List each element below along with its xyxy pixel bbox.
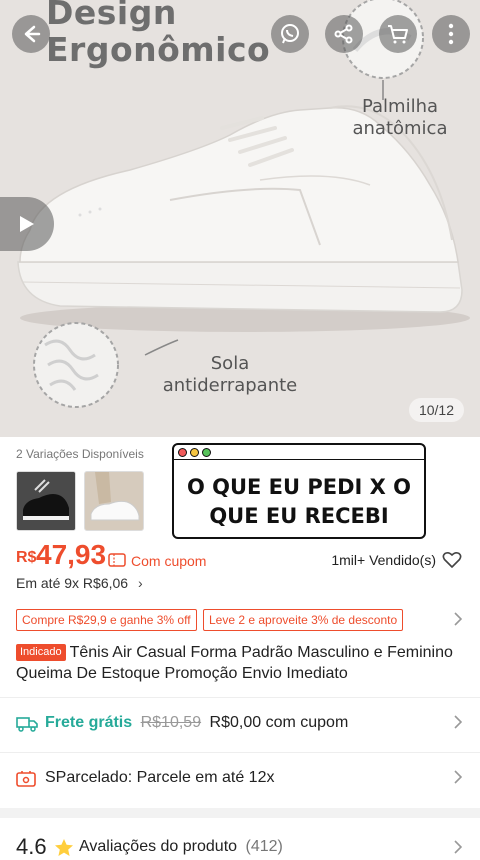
price-currency: R$: [16, 549, 37, 566]
shipping-old-price: R$10,59: [140, 714, 202, 731]
image-counter: 10/12: [408, 398, 464, 422]
insole-note-line2: anatômica: [352, 118, 448, 139]
promo-tags-row[interactable]: Compre R$29,9 e ganhe 3% off Leve 2 e ap…: [16, 609, 466, 631]
coupon-label: Com cupom: [131, 553, 207, 569]
favorite-heart-icon[interactable]: [442, 551, 462, 569]
promo-tag-2[interactable]: Leve 2 e aproveite 3% de desconto: [203, 609, 404, 631]
cart-icon: [388, 25, 408, 44]
sole-note: Sola antiderrapante: [155, 353, 305, 397]
play-icon: [20, 216, 34, 232]
chevron-right-icon: ›: [137, 575, 143, 591]
product-title: Tênis Air Casual Forma Padrão Masculino …: [16, 644, 453, 682]
chevron-right-icon: [454, 612, 462, 626]
shipping-new-price: R$0,00 com cupom: [209, 714, 349, 731]
variant-thumb-white[interactable]: [84, 471, 144, 531]
cart-button[interactable]: [379, 15, 417, 53]
insole-note: Palmilha anatômica: [345, 96, 455, 140]
reviews-label: Avaliações do produto (412): [79, 838, 283, 856]
parcel-icon: [16, 771, 36, 787]
popup-text-line2: QUE EU RECEBI: [209, 504, 389, 528]
minimize-dot-icon: [190, 447, 199, 457]
whatsapp-icon: [281, 24, 299, 44]
product-title-block: Indicado Tênis Air Casual Forma Padrão Ma…: [16, 642, 456, 684]
shipping-text: Frete grátis R$10,59 R$0,00 com cupom: [45, 714, 348, 732]
price-row: R$ 47,93 Com cupom 1mil+ Vendido(s): [16, 539, 466, 573]
chevron-right-icon: [454, 715, 462, 729]
chevron-right-icon: [454, 840, 462, 854]
back-button[interactable]: [12, 15, 50, 53]
chevron-right-icon: [454, 770, 462, 784]
section-gap: [0, 808, 480, 818]
share-icon: [334, 24, 353, 44]
rating-value: 4.6: [16, 834, 47, 859]
close-dot-icon: [178, 447, 187, 457]
product-image-carousel[interactable]: Design Ergonômico Palmilha anatômica Sol…: [0, 0, 480, 437]
popup-text: O QUE EU PEDI X O QUE EU RECEBI: [174, 460, 424, 531]
parcelado-text: SParcelado: Parcele em até 12x: [45, 769, 275, 786]
share-button[interactable]: [325, 15, 363, 53]
reviews-row[interactable]: 4.6 Avaliações do produto (412): [16, 832, 466, 859]
sold-count: 1mil+ Vendido(s): [331, 552, 436, 568]
white-sneaker-thumbnail: [85, 472, 143, 530]
indicado-badge: Indicado: [16, 644, 66, 661]
play-video-button[interactable]: [0, 197, 54, 251]
divider: [0, 752, 480, 753]
variant-thumb-black[interactable]: [16, 471, 76, 531]
reviews-count: (412): [245, 838, 283, 855]
popup-text-line1: O QUE EU PEDI X O: [186, 475, 412, 499]
hero-title-line1: Design: [46, 0, 177, 32]
installments-link[interactable]: Em até 9x R$6,06 ›: [16, 575, 143, 591]
sole-note-line2: antiderrapante: [162, 375, 298, 396]
reviews-label-text: Avaliações do produto: [79, 838, 238, 855]
more-button[interactable]: [432, 15, 470, 53]
hero-title: Design Ergonômico: [46, 0, 270, 68]
hero-title-line2: Ergonômico: [46, 30, 271, 69]
coupon-icon: [108, 553, 126, 567]
truck-icon: [16, 717, 38, 732]
maximize-dot-icon: [202, 447, 211, 457]
whatsapp-button[interactable]: [271, 15, 309, 53]
black-sneaker-thumbnail: [17, 472, 75, 530]
shipping-row[interactable]: Frete grátis R$10,59 R$0,00 com cupom: [16, 709, 466, 739]
installments-text: Em até 9x R$6,06: [16, 575, 129, 591]
divider: [0, 697, 480, 698]
insole-note-line1: Palmilha: [361, 96, 439, 117]
star-icon: [55, 839, 73, 856]
free-shipping-label: Frete grátis: [45, 714, 133, 731]
back-arrow-icon: [24, 25, 41, 43]
meme-popup-window: O QUE EU PEDI X O QUE EU RECEBI: [172, 443, 426, 539]
popup-titlebar: [174, 445, 424, 460]
parcelado-row[interactable]: SParcelado: Parcele em até 12x: [16, 764, 466, 794]
price-value: 47,93: [36, 539, 107, 570]
more-icon: [448, 23, 454, 45]
variants-label: 2 Variações Disponíveis: [16, 447, 144, 461]
promo-tag-1[interactable]: Compre R$29,9 e ganhe 3% off: [16, 609, 197, 631]
sole-note-line1: Sola: [210, 353, 250, 374]
